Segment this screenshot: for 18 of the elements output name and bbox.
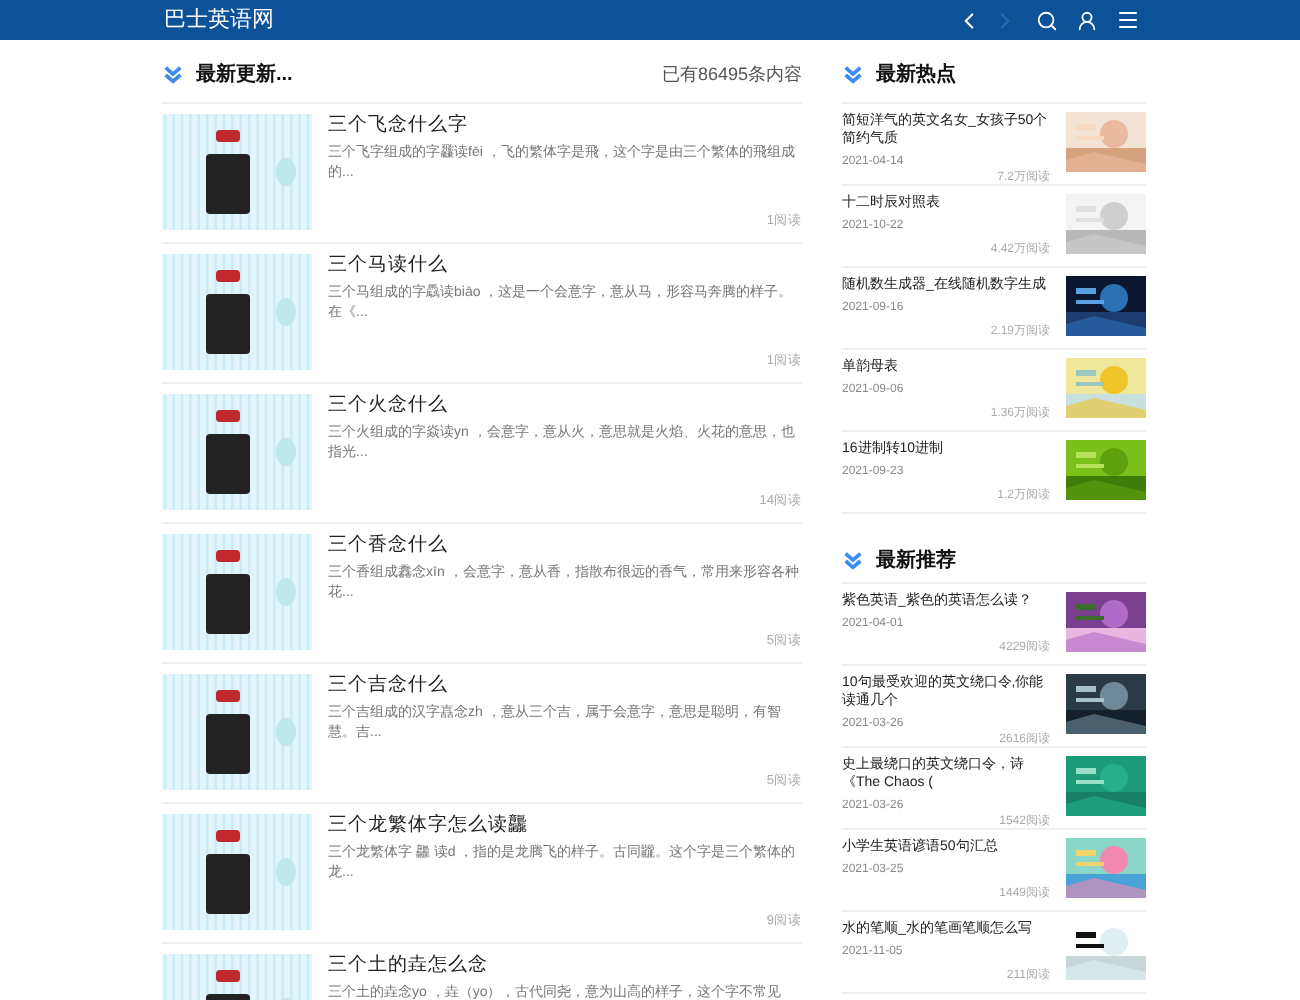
user-icon[interactable] [1076, 9, 1098, 31]
site-title[interactable]: 巴士英语网 [164, 3, 274, 37]
double-chevron-icon [162, 64, 184, 86]
menu-icon[interactable] [1116, 8, 1140, 32]
article-title[interactable]: 三个马读什么 [328, 254, 802, 278]
section-title: 最新更新... [196, 60, 293, 90]
article-title[interactable]: 三个火念什么 [328, 394, 802, 418]
content-count: 已有86495条内容 [661, 61, 802, 88]
double-chevron-icon [842, 64, 864, 86]
section-title: 最新热点 [876, 60, 956, 90]
article-title[interactable]: 三个飞念什么字 [328, 114, 802, 138]
article-title[interactable]: 三个龙繁体字怎么读龘 [328, 814, 802, 838]
double-chevron-icon [842, 550, 864, 572]
article-title[interactable]: 三个香念什么 [328, 534, 802, 558]
article-title[interactable]: 三个土的垚怎么念 [328, 954, 802, 978]
section-title: 最新推荐 [876, 546, 956, 576]
article-title[interactable]: 三个吉念什么 [328, 674, 802, 698]
search-icon[interactable] [1036, 9, 1058, 31]
